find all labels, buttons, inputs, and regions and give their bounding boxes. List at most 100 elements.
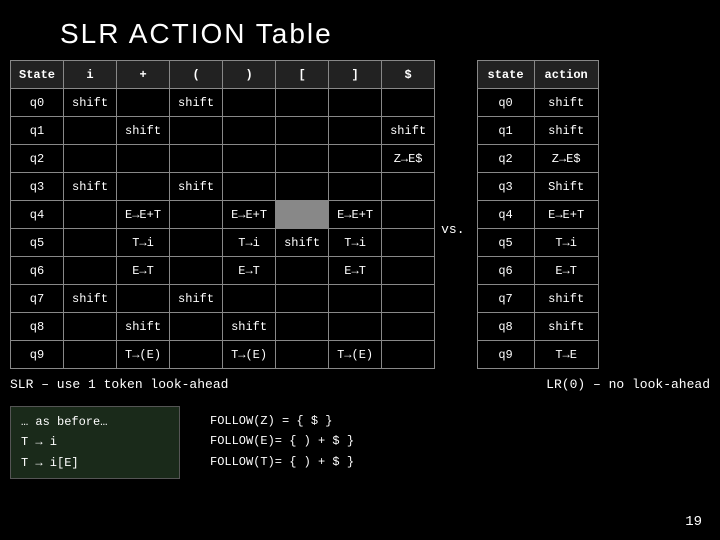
goto-cell: q3 [477, 173, 534, 201]
follow-line: FOLLOW(T)= { ) + $ } [210, 452, 354, 472]
grammar-box: … as before…T → iT → i[E] [10, 406, 180, 479]
goto-cell: q6 [477, 257, 534, 285]
goto-cell: E→E+T [534, 201, 598, 229]
goto-cell: T→E [534, 341, 598, 369]
action-col-header: i [64, 61, 117, 89]
action-cell [276, 285, 329, 313]
action-cell [117, 145, 170, 173]
goto-col-header: state [477, 61, 534, 89]
bottom-section: … as before…T → iT → i[E] FOLLOW(Z) = { … [0, 400, 720, 479]
action-cell: shift [117, 313, 170, 341]
goto-cell: shift [534, 285, 598, 313]
goto-cell: shift [534, 313, 598, 341]
action-cell [170, 201, 223, 229]
action-cell [329, 173, 382, 201]
goto-table-container: stateaction q0shiftq1shiftq2Z→E$q3Shiftq… [471, 60, 599, 369]
action-cell [382, 173, 435, 201]
action-cell: E→T [329, 257, 382, 285]
action-cell: q0 [11, 89, 64, 117]
action-cell [276, 89, 329, 117]
action-col-header: + [117, 61, 170, 89]
action-cell: shift [170, 285, 223, 313]
goto-table-row: q1shift [477, 117, 598, 145]
page-number: 19 [685, 514, 702, 530]
action-cell [223, 89, 276, 117]
action-table-row: q9T→(E)T→(E)T→(E) [11, 341, 435, 369]
goto-table-row: q4E→E+T [477, 201, 598, 229]
action-cell: q3 [11, 173, 64, 201]
action-cell [64, 201, 117, 229]
goto-table-row: q5T→i [477, 229, 598, 257]
action-cell: E→E+T [329, 201, 382, 229]
action-cell [223, 117, 276, 145]
action-cell [329, 313, 382, 341]
action-cell: shift [170, 173, 223, 201]
action-cell [329, 117, 382, 145]
goto-col-header: action [534, 61, 598, 89]
action-cell [64, 313, 117, 341]
goto-cell: T→i [534, 229, 598, 257]
action-cell: T→i [223, 229, 276, 257]
action-cell [329, 145, 382, 173]
grammar-line: T → i [21, 432, 169, 452]
subtitle-right: LR(0) – no look-ahead [546, 377, 710, 392]
action-cell [64, 145, 117, 173]
action-cell: E→E+T [117, 201, 170, 229]
goto-cell: shift [534, 117, 598, 145]
action-table-container: Statei+()[]$ q0shiftshiftq1shiftshiftq2Z… [0, 60, 435, 369]
action-cell [170, 145, 223, 173]
goto-table-body: q0shiftq1shiftq2Z→E$q3Shiftq4E→E+Tq5T→iq… [477, 89, 598, 369]
action-cell [329, 89, 382, 117]
action-cell [170, 229, 223, 257]
action-cell [382, 229, 435, 257]
action-cell [170, 341, 223, 369]
goto-cell: q1 [477, 117, 534, 145]
action-cell [276, 173, 329, 201]
subtitle-row: SLR – use 1 token look-ahead LR(0) – no … [0, 369, 720, 400]
vs-label: vs. [435, 222, 470, 237]
action-cell: q6 [11, 257, 64, 285]
goto-table-row: q2Z→E$ [477, 145, 598, 173]
action-table: Statei+()[]$ q0shiftshiftq1shiftshiftq2Z… [10, 60, 435, 369]
action-cell [117, 89, 170, 117]
action-cell [382, 285, 435, 313]
goto-cell: Shift [534, 173, 598, 201]
goto-table-row: q0shift [477, 89, 598, 117]
action-cell: shift [117, 117, 170, 145]
action-cell: shift [170, 89, 223, 117]
action-cell [276, 201, 329, 229]
action-cell [276, 145, 329, 173]
action-cell: q5 [11, 229, 64, 257]
action-cell: q8 [11, 313, 64, 341]
action-col-header: State [11, 61, 64, 89]
action-cell: shift [276, 229, 329, 257]
action-cell: q4 [11, 201, 64, 229]
action-cell: T→i [117, 229, 170, 257]
action-cell: E→E+T [223, 201, 276, 229]
action-table-row: q5T→iT→ishiftT→i [11, 229, 435, 257]
goto-cell: q8 [477, 313, 534, 341]
action-cell [276, 341, 329, 369]
action-cell [117, 285, 170, 313]
action-table-row: q6E→TE→TE→T [11, 257, 435, 285]
goto-cell: q0 [477, 89, 534, 117]
action-cell: shift [223, 313, 276, 341]
action-cell: T→(E) [223, 341, 276, 369]
action-cell [223, 173, 276, 201]
goto-cell: q7 [477, 285, 534, 313]
action-col-header: [ [276, 61, 329, 89]
action-cell: shift [64, 173, 117, 201]
action-cell: q9 [11, 341, 64, 369]
action-table-row: q8 shift shift [11, 313, 435, 341]
action-cell [382, 89, 435, 117]
follow-line: FOLLOW(Z) = { $ } [210, 411, 354, 431]
tables-row: Statei+()[]$ q0shiftshiftq1shiftshiftq2Z… [0, 60, 720, 369]
action-cell: T→i [329, 229, 382, 257]
action-cell [117, 173, 170, 201]
goto-table-row: q3Shift [477, 173, 598, 201]
action-cell [382, 257, 435, 285]
action-cell: E→T [117, 257, 170, 285]
action-cell [223, 285, 276, 313]
action-cell [64, 229, 117, 257]
action-col-header: ) [223, 61, 276, 89]
